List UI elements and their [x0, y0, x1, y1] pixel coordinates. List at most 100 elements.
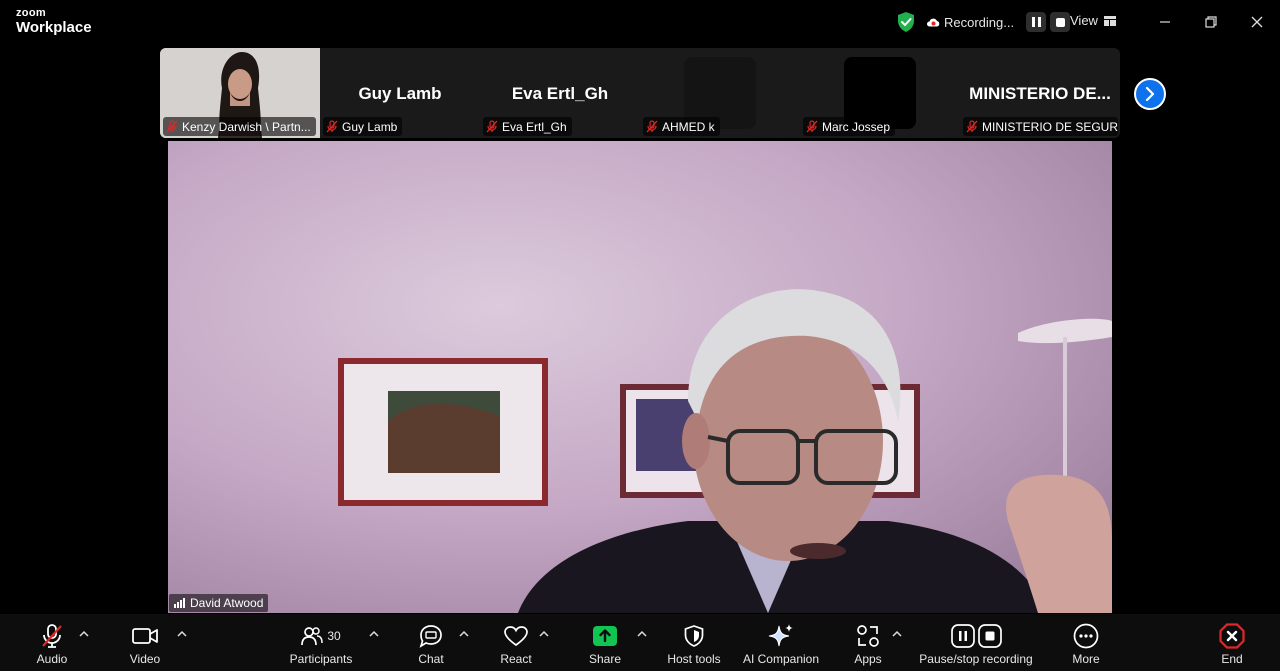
mic-muted-icon — [966, 120, 978, 133]
react-options-chevron-up-icon[interactable] — [539, 630, 549, 638]
participant-name: MINISTERIO DE SEGUR... — [982, 119, 1118, 134]
shield-icon — [684, 625, 704, 647]
participants-button[interactable]: 30 Participants — [284, 614, 358, 671]
view-label: View — [1070, 13, 1098, 28]
audio-button[interactable]: Audio — [24, 614, 80, 671]
chevron-right-icon — [1145, 87, 1155, 101]
mic-muted-icon — [646, 120, 658, 133]
ai-companion-label: AI Companion — [742, 652, 820, 666]
participants-options-chevron-up-icon[interactable] — [369, 630, 379, 638]
title-bar: zoom Workplace Recording... View — [0, 0, 1280, 44]
participant-display-name: Eva Ertl_Gh — [511, 84, 609, 103]
heart-icon — [504, 626, 528, 647]
signal-strength-icon — [174, 598, 185, 608]
apps-button[interactable]: Apps — [848, 614, 888, 671]
end-meeting-button[interactable]: End — [1210, 614, 1254, 671]
share-label: Share — [588, 652, 622, 666]
grid-view-icon — [1103, 15, 1116, 26]
react-button[interactable]: React — [492, 614, 540, 671]
close-icon — [1251, 16, 1263, 28]
participant-name: Eva Ertl_Gh — [502, 119, 567, 134]
stop-recording-button[interactable] — [1050, 12, 1071, 32]
participants-icon — [301, 627, 324, 646]
close-button[interactable] — [1246, 11, 1268, 33]
zoom-logo: zoom Workplace — [16, 7, 92, 36]
pause-stop-recording-label: Pause/stop recording — [919, 652, 1033, 666]
audio-label: Audio — [36, 652, 68, 666]
minimize-button[interactable] — [1154, 11, 1176, 33]
participant-label: Guy Lamb — [323, 117, 403, 136]
brand-small: zoom — [16, 7, 46, 19]
stop-icon — [1055, 17, 1065, 27]
pause-stop-recording-button[interactable]: Pause/stop recording — [913, 614, 1039, 671]
mic-muted-icon — [806, 120, 818, 133]
chat-button[interactable]: Chat — [408, 614, 454, 671]
apps-options-chevron-up-icon[interactable] — [892, 630, 902, 638]
mic-muted-icon — [486, 120, 498, 133]
participant-tile[interactable]: Kenzy Darwish \ Partn... — [160, 48, 320, 138]
speaker-label: David Atwood — [169, 594, 269, 612]
participant-name: Kenzy Darwish \ Partn... — [182, 119, 311, 134]
participants-count: 30 — [327, 629, 341, 643]
participant-tile[interactable]: Marc Jossep — [800, 48, 960, 138]
cloud-record-icon — [927, 18, 940, 27]
chat-bubble-icon — [419, 625, 442, 648]
share-screen-icon — [593, 626, 617, 646]
participant-label: MINISTERIO DE SEGUR... — [963, 117, 1118, 136]
sparkle-icon — [768, 624, 793, 647]
participant-tile[interactable]: MINISTERIO DE... MINISTERIO DE SEGUR... — [960, 48, 1120, 138]
host-tools-label: Host tools — [667, 652, 721, 666]
participant-label: AHMED k — [643, 117, 720, 136]
participant-display-name: MINISTERIO DE... — [969, 84, 1111, 103]
pause-icon — [1031, 17, 1041, 27]
chat-options-chevron-up-icon[interactable] — [459, 630, 469, 638]
participant-strip: Kenzy Darwish \ Partn... Guy Lamb Guy La… — [160, 48, 1120, 138]
apps-label: Apps — [854, 652, 882, 666]
participant-display-name: Guy Lamb — [358, 84, 442, 103]
video-options-chevron-up-icon[interactable] — [177, 630, 187, 638]
pause-recording-button[interactable] — [1026, 12, 1047, 32]
recording-indicator: Recording... — [926, 11, 1071, 33]
meeting-toolbar: Audio Video 30 Participants Chat React S… — [0, 614, 1280, 671]
host-tools-button[interactable]: Host tools — [661, 614, 727, 671]
mic-muted-icon — [326, 120, 338, 133]
stop-icon — [977, 624, 1002, 648]
pause-icon — [950, 624, 975, 648]
speaker-name: David Atwood — [190, 596, 264, 610]
shield-check-icon[interactable] — [897, 12, 915, 32]
end-label: End — [1221, 652, 1243, 666]
participant-label: Marc Jossep — [803, 117, 896, 136]
react-label: React — [500, 652, 532, 666]
participant-name: Marc Jossep — [822, 119, 891, 134]
more-dots-icon — [1073, 623, 1099, 649]
mic-muted-icon — [42, 624, 62, 648]
audio-options-chevron-up-icon[interactable] — [79, 630, 89, 638]
participant-name: AHMED k — [662, 119, 715, 134]
participant-tile[interactable]: Eva Ertl_Gh Eva Ertl_Gh — [480, 48, 640, 138]
end-meeting-icon — [1219, 623, 1245, 649]
video-label: Video — [129, 652, 161, 666]
share-options-chevron-up-icon[interactable] — [637, 630, 647, 638]
more-label: More — [1072, 652, 1100, 666]
participants-label: Participants — [289, 652, 353, 666]
chat-label: Chat — [418, 652, 444, 666]
restore-icon — [1205, 16, 1217, 28]
video-button[interactable]: Video — [117, 614, 173, 671]
apps-icon — [857, 625, 879, 647]
view-button[interactable]: View — [1070, 13, 1116, 28]
more-button[interactable]: More — [1064, 614, 1108, 671]
recording-label: Recording... — [944, 14, 1015, 30]
share-button[interactable]: Share — [582, 614, 628, 671]
speaker-video-frame — [168, 141, 1112, 613]
restore-button[interactable] — [1200, 11, 1222, 33]
minimize-icon — [1160, 21, 1170, 23]
participant-name: Guy Lamb — [342, 119, 398, 134]
active-speaker-video[interactable]: David Atwood — [168, 141, 1112, 613]
ai-companion-button[interactable]: AI Companion — [738, 614, 824, 671]
participant-label: Kenzy Darwish \ Partn... — [163, 117, 316, 136]
next-page-button[interactable] — [1134, 78, 1166, 110]
brand-big: Workplace — [16, 19, 92, 36]
participant-tile[interactable]: Guy Lamb Guy Lamb — [320, 48, 480, 138]
participant-tile[interactable]: AHMED k — [640, 48, 800, 138]
participant-label: Eva Ertl_Gh — [483, 117, 572, 136]
